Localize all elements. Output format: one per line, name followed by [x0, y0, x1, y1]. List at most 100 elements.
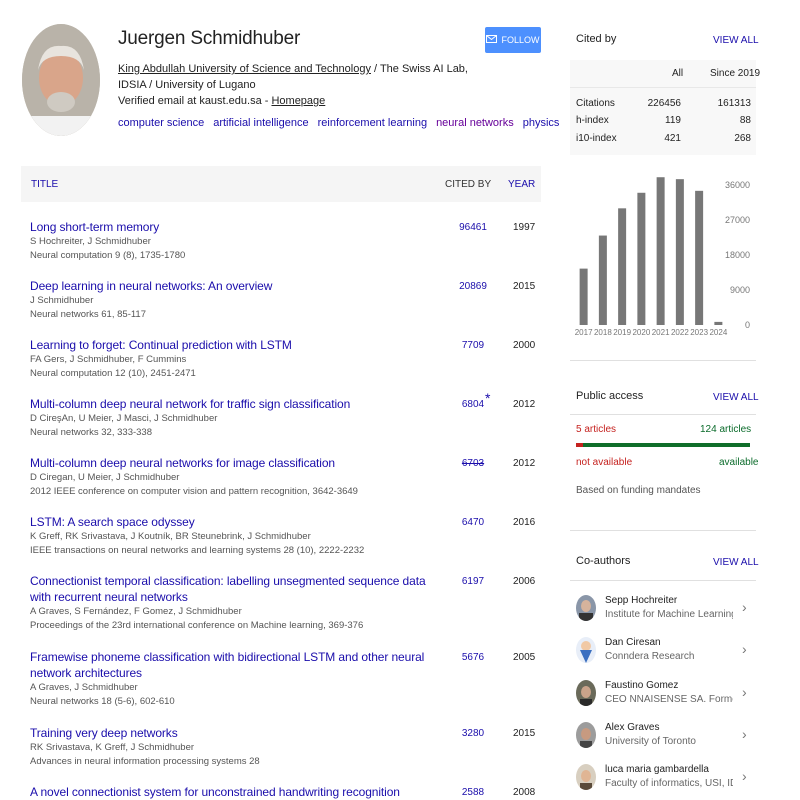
article-title[interactable]: LSTM: A search space odyssey	[30, 514, 430, 530]
coauthor-item[interactable]: Faustino Gomez CEO NNAISENSE SA. Former …	[576, 677, 756, 713]
divider	[570, 87, 756, 88]
article-venue: IEEE transactions on neural networks and…	[30, 545, 365, 556]
article-title[interactable]: Multi-column deep neural networks for im…	[30, 455, 430, 471]
coauthor-item[interactable]: Dan Ciresan Conndera Research ›	[576, 634, 756, 670]
stat-all: 421	[664, 133, 681, 144]
article-title[interactable]: A novel connectionist system for unconst…	[30, 784, 430, 800]
stat-row: Citations 226456 161313	[576, 98, 751, 112]
public-access-heading: Public access	[576, 390, 644, 402]
interest-link[interactable]: physics	[523, 117, 560, 129]
article-year: 2012	[513, 458, 536, 469]
article-authors: A Graves, J Schmidhuber	[30, 682, 138, 693]
article-title[interactable]: Training very deep networks	[30, 725, 430, 741]
x-tick-label: 2017	[575, 328, 593, 337]
chart-bar-2022[interactable]	[675, 179, 684, 325]
table-row: Connectionist temporal classification: l…	[30, 573, 540, 633]
affiliation: King Abdullah University of Science and …	[118, 62, 478, 93]
stat-row: h-index 119 88	[576, 115, 751, 129]
cited-by-count[interactable]: 3280	[458, 728, 488, 739]
follow-button[interactable]: FOLLOW	[485, 27, 541, 53]
articles-table-header: TITLE CITED BY YEAR	[21, 166, 541, 202]
cited-by-count[interactable]: 6197	[458, 576, 488, 587]
merged-citations-marker[interactable]: *	[485, 390, 490, 406]
article-authors: J Schmidhuber	[30, 295, 94, 306]
coauthors-view-all[interactable]: VIEW ALL	[713, 557, 759, 568]
cited-by-count[interactable]: 5676	[458, 652, 488, 663]
chart-bar-2024[interactable]	[714, 321, 723, 325]
interest-link[interactable]: reinforcement learning	[318, 117, 427, 129]
col-since-header: Since 2019	[710, 68, 761, 79]
coauthor-affiliation: Conndera Research	[605, 651, 695, 662]
cited-by-count[interactable]: 7709	[458, 340, 488, 351]
sort-by-title[interactable]: TITLE	[31, 179, 58, 190]
article-venue: Neural computation 9 (8), 1735-1780	[30, 250, 186, 261]
table-row: Multi-column deep neural networks for im…	[30, 455, 540, 499]
cited-by-count[interactable]: 2588	[458, 787, 488, 798]
stat-since: 161313	[717, 98, 751, 109]
divider	[570, 360, 756, 361]
x-tick-label: 2024	[709, 328, 727, 337]
article-title[interactable]: Long short-term memory	[30, 219, 430, 235]
article-title[interactable]: Learning to forget: Continual prediction…	[30, 337, 430, 353]
cited-by-count[interactable]: 6804	[458, 399, 488, 410]
cited-by-count[interactable]: 20869	[458, 281, 488, 292]
unavailable-articles-count[interactable]: 5 articles	[576, 424, 616, 435]
chart-bar-2017[interactable]	[579, 268, 588, 325]
coauthor-item[interactable]: Sepp Hochreiter Institute for Machine Le…	[576, 592, 756, 628]
coauthor-affiliation: Institute for Machine Learning, J...	[605, 609, 733, 620]
cited-by-heading: Cited by	[576, 33, 617, 45]
y-tick-label: 0	[745, 320, 750, 330]
cited-by-view-all[interactable]: VIEW ALL	[713, 35, 759, 46]
article-venue: Neural networks 61, 85-117	[30, 309, 146, 320]
article-title[interactable]: Connectionist temporal classification: l…	[30, 573, 430, 605]
table-row: Long short-term memory S Hochreiter, J S…	[30, 219, 540, 263]
article-year: 2000	[513, 340, 536, 351]
verified-email: Verified email at kaust.edu.sa - Homepag…	[118, 95, 325, 107]
public-access-view-all[interactable]: VIEW ALL	[713, 392, 759, 403]
coauthor-item[interactable]: Alex Graves University of Toronto ›	[576, 719, 756, 755]
divider	[570, 414, 756, 415]
x-tick-label: 2018	[594, 328, 612, 337]
available-articles-count[interactable]: 124 articles	[700, 424, 751, 435]
chart-bar-2021[interactable]	[656, 177, 665, 325]
sort-by-year[interactable]: YEAR	[508, 179, 535, 190]
interest-link[interactable]: neural networks	[436, 117, 514, 129]
funding-mandates-note: Based on funding mandates	[576, 485, 701, 496]
cited-by-count[interactable]: 6703	[458, 458, 488, 469]
table-row: Framewise phoneme classification with bi…	[30, 649, 540, 709]
chevron-right-icon: ›	[742, 726, 747, 742]
coauthor-affiliation: Faculty of informatics, USI, IDSI...	[605, 778, 733, 789]
article-title[interactable]: Deep learning in neural networks: An ove…	[30, 278, 430, 294]
cited-by-count[interactable]: 6470	[458, 517, 488, 528]
chevron-right-icon: ›	[742, 641, 747, 657]
interest-link[interactable]: artificial intelligence	[213, 117, 308, 129]
y-tick-label: 9000	[730, 285, 750, 295]
chart-bar-2023[interactable]	[695, 190, 704, 325]
stat-row: i10-index 421 268	[576, 133, 751, 147]
chevron-right-icon: ›	[742, 684, 747, 700]
x-tick-label: 2023	[690, 328, 708, 337]
sort-by-cited[interactable]: CITED BY	[445, 179, 491, 190]
chart-bar-2018[interactable]	[598, 235, 607, 325]
chart-bar-2019[interactable]	[618, 208, 627, 325]
cited-by-count[interactable]: 96461	[458, 222, 488, 233]
profile-photo	[22, 24, 100, 136]
coauthor-item[interactable]: luca maria gambardella Faculty of inform…	[576, 761, 756, 797]
article-authors: D CireşAn, U Meier, J Masci, J Schmidhub…	[30, 413, 218, 424]
article-year: 2006	[513, 576, 536, 587]
interest-link[interactable]: computer science	[118, 117, 204, 129]
homepage-link[interactable]: Homepage	[271, 95, 325, 107]
article-year: 2012	[513, 399, 536, 410]
article-year: 1997	[513, 222, 536, 233]
article-title[interactable]: Framewise phoneme classification with bi…	[30, 649, 430, 681]
citations-per-year-chart: 0 9000 18000 27000 36000 2017 2018 2019 2020 2021…	[575, 177, 750, 337]
table-row: Learning to forget: Continual prediction…	[30, 337, 540, 381]
email-text: Verified email at kaust.edu.sa -	[118, 95, 272, 107]
x-tick-label: 2021	[652, 328, 670, 337]
affiliation-link[interactable]: King Abdullah University of Science and …	[118, 63, 371, 75]
chart-bar-2020[interactable]	[637, 192, 646, 325]
article-authors: K Greff, RK Srivastava, J Koutník, BR St…	[30, 531, 311, 542]
article-title[interactable]: Multi-column deep neural network for tra…	[30, 396, 430, 412]
coauthor-affiliation: University of Toronto	[605, 736, 696, 747]
available-label: available	[719, 457, 759, 468]
